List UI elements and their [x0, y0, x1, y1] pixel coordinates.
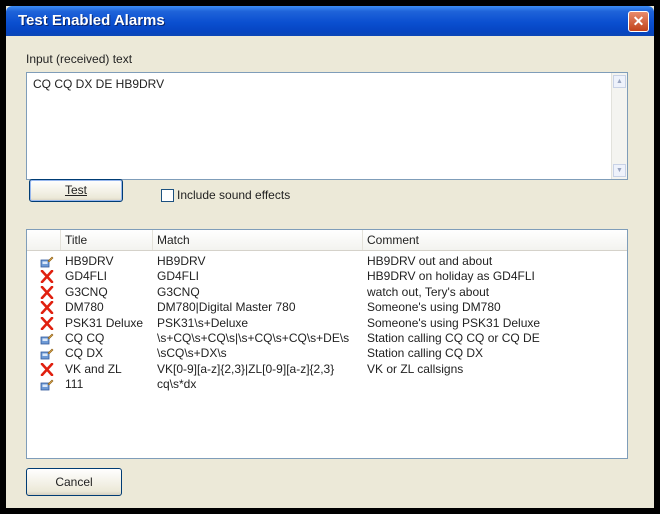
- row-comment: Someone's using PSK31 Deluxe: [367, 315, 541, 330]
- enabled-alarm-icon: [40, 255, 54, 268]
- row-comment: watch out, Tery's about: [367, 284, 490, 299]
- test-button[interactable]: Test: [29, 179, 123, 202]
- row-comment: HB9DRV out and about: [367, 254, 493, 268]
- row-title: G3CNQ: [65, 284, 108, 299]
- row-title: GD4FLI: [65, 269, 108, 284]
- received-text-value: CQ CQ DX DE HB9DRV: [33, 77, 165, 91]
- column-header-title[interactable]: Title: [61, 230, 153, 250]
- enabled-alarm-icon: [40, 332, 54, 345]
- window-title: Test Enabled Alarms: [18, 12, 165, 29]
- no-match-x-icon: [40, 362, 54, 377]
- table-row[interactable]: 111 cq\s*dx: [27, 377, 627, 392]
- row-comment: HB9DRV on holiday as GD4FLI: [367, 269, 535, 284]
- title-bar[interactable]: Test Enabled Alarms ✕: [6, 6, 654, 36]
- table-row[interactable]: CQ CQ \s+CQ\s+CQ\s|\s+CQ\s+CQ\s+DE\s Stati…: [27, 331, 627, 346]
- scroll-down-icon[interactable]: ▼: [613, 164, 626, 177]
- include-sound-effects-checkbox[interactable]: [161, 189, 174, 202]
- table-row[interactable]: HB9DRV HB9DRV HB9DRV out and about: [27, 254, 627, 269]
- no-match-x-icon: [40, 285, 54, 300]
- row-comment: Someone's using DM780: [367, 300, 501, 315]
- test-button-label: Test: [64, 183, 87, 197]
- no-match-x-icon: [40, 300, 54, 315]
- column-header-comment[interactable]: Comment: [363, 230, 627, 250]
- cancel-button[interactable]: Cancel: [26, 468, 122, 496]
- alarms-table[interactable]: Title Match Comment HB9DRV HB9DRV HB9DRV o…: [26, 229, 628, 459]
- table-row[interactable]: VK and ZL VK[0-9][a-z]{2,3}|ZL[0-9][a-z]{…: [27, 362, 627, 377]
- row-title: DM780: [65, 300, 104, 315]
- row-match: HB9DRV: [157, 254, 206, 268]
- row-match: G3CNQ: [157, 284, 200, 299]
- row-comment: VK or ZL callsigns: [367, 361, 464, 376]
- received-text-input[interactable]: CQ CQ DX DE HB9DRV ▲ ▼: [26, 72, 628, 180]
- column-header-match[interactable]: Match: [153, 230, 363, 250]
- close-button[interactable]: ✕: [628, 11, 649, 32]
- row-match: \sCQ\s+DX\s: [157, 346, 227, 361]
- row-match: VK[0-9][a-z]{2,3}|ZL[0-9][a-z]{2,3}: [157, 361, 335, 376]
- row-comment: Station calling CQ CQ or CQ DE: [367, 331, 540, 345]
- table-row[interactable]: DM780 DM780|Digital Master 780 Someone's u…: [27, 300, 627, 315]
- scroll-up-icon[interactable]: ▲: [613, 75, 626, 88]
- no-match-x-icon: [40, 316, 54, 330]
- row-match: DM780|Digital Master 780: [157, 300, 296, 315]
- table-row[interactable]: CQ DX \sCQ\s+DX\s Station calling CQ DX: [27, 346, 627, 361]
- row-title: HB9DRV: [65, 254, 114, 268]
- row-match: \s+CQ\s+CQ\s|\s+CQ\s+CQ\s+DE\s: [157, 331, 350, 345]
- icon-column-header[interactable]: [27, 230, 61, 250]
- include-sound-effects-label[interactable]: Include sound effects: [177, 188, 290, 202]
- enabled-alarm-icon: [40, 347, 54, 360]
- vertical-scrollbar[interactable]: ▲ ▼: [611, 73, 627, 179]
- row-match: PSK31\s+Deluxe: [157, 315, 249, 330]
- table-row[interactable]: GD4FLI GD4FLI HB9DRV on holiday as GD4FLI: [27, 269, 627, 284]
- input-label: Input (received) text: [26, 52, 133, 66]
- enabled-alarm-icon: [40, 378, 54, 391]
- row-title: PSK31 Deluxe: [65, 315, 144, 330]
- row-comment: Station calling CQ DX: [367, 346, 484, 361]
- row-title: VK and ZL: [65, 361, 122, 376]
- row-match: cq\s*dx: [157, 377, 197, 392]
- row-title: 111: [65, 377, 84, 392]
- cancel-button-label: Cancel: [55, 475, 93, 489]
- row-title: CQ DX: [65, 346, 104, 361]
- row-title: CQ CQ: [65, 331, 105, 345]
- row-match: GD4FLI: [157, 269, 200, 284]
- table-header: Title Match Comment: [27, 230, 627, 251]
- table-row[interactable]: G3CNQ G3CNQ watch out, Tery's about: [27, 285, 627, 300]
- no-match-x-icon: [40, 270, 54, 284]
- close-icon: ✕: [632, 13, 645, 29]
- dialog-window: Test Enabled Alarms ✕ Input (received) t…: [6, 6, 654, 508]
- table-row[interactable]: PSK31 Deluxe PSK31\s+Deluxe Someone's usin…: [27, 316, 627, 331]
